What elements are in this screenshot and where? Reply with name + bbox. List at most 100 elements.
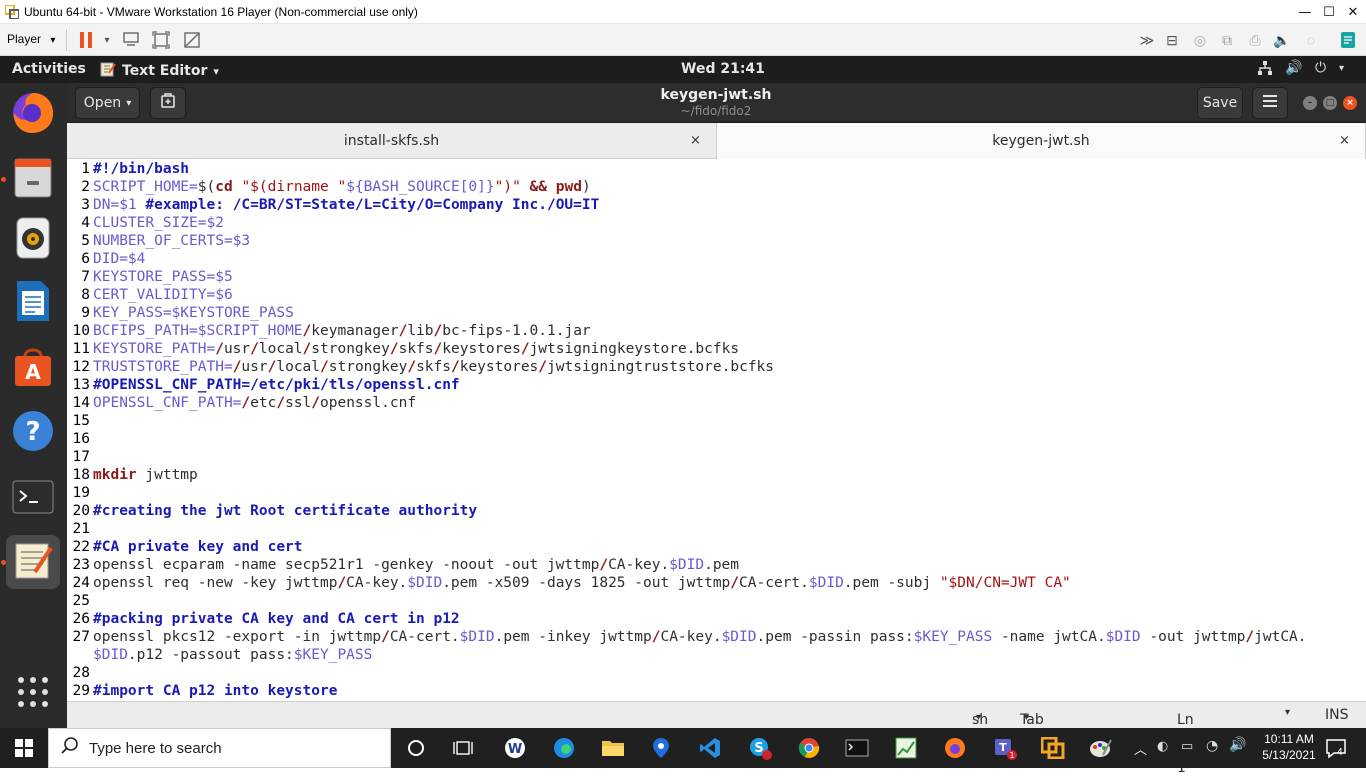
notification-center-icon[interactable] <box>1325 737 1347 763</box>
volume-icon[interactable]: 🔊 <box>1285 60 1302 76</box>
code-line[interactable]: SCRIPT_HOME=$(cd "$(dirname "${BASH_SOUR… <box>93 178 591 196</box>
fit-guest-icon[interactable] <box>151 30 171 50</box>
pause-icon[interactable] <box>76 30 96 50</box>
code-line[interactable]: #creating the jwt Root certificate autho… <box>93 502 477 520</box>
window-maximize-button[interactable]: □ <box>1323 96 1337 110</box>
show-applications[interactable] <box>6 667 60 721</box>
code-line[interactable]: #import CA p12 into keystore <box>93 682 337 700</box>
code-line[interactable]: KEYSTORE_PATH=/usr/local/strongkey/skfs/… <box>93 340 739 358</box>
line-number: 11 <box>72 341 90 357</box>
battery-icon[interactable]: ▭ <box>1181 739 1193 754</box>
windows-start-icon[interactable] <box>11 736 37 760</box>
app-menu[interactable]: Text Editor ▾ <box>100 61 219 81</box>
save-button[interactable]: Save <box>1197 87 1243 119</box>
dock-libreoffice-writer[interactable] <box>6 276 60 330</box>
insert-mode[interactable]: INS <box>1325 707 1349 723</box>
firefox-taskbar-icon[interactable] <box>942 736 968 760</box>
vmware-toolbar: Player ▾ ▾ ≫ ⊟ ◎ ⧉ ⎙ 🔈 ◌ <box>0 24 1366 56</box>
code-line[interactable]: openssl ecparam -name secp521r1 -genkey … <box>93 556 739 574</box>
maps-icon[interactable] <box>648 736 674 760</box>
code-line[interactable]: mkdir jwttmp <box>93 466 198 484</box>
player-menu[interactable]: Player ▾ <box>7 32 55 46</box>
new-tab-button[interactable] <box>150 87 186 119</box>
code-line[interactable]: #OPENSSL_CNF_PATH=/etc/pki/tls/openssl.c… <box>93 376 460 394</box>
window-minimize-button[interactable]: – <box>1303 96 1317 110</box>
teams-icon[interactable]: T1 <box>992 736 1018 760</box>
taskbar-clock[interactable]: 10:11 AM 5/13/2021 <box>1257 731 1321 763</box>
activities-button[interactable]: Activities <box>12 61 86 77</box>
code-line[interactable]: DID=$4 <box>93 250 145 268</box>
dock-text-editor[interactable] <box>6 535 60 589</box>
send-ctrl-alt-del-icon[interactable] <box>121 30 141 50</box>
dock-software[interactable]: A <box>6 341 60 395</box>
code-line[interactable]: NUMBER_OF_CERTS=$3 <box>93 232 250 250</box>
code-line[interactable]: $DID.p12 -passout pass:$KEY_PASS <box>93 646 372 664</box>
cortana-icon[interactable] <box>403 736 429 760</box>
dock-terminal[interactable] <box>6 472 60 526</box>
code-line[interactable]: openssl req -new -key jwttmp/CA-key.$DID… <box>93 574 1071 592</box>
speaker-icon[interactable]: 🔊 <box>1229 737 1246 753</box>
code-line[interactable]: OPENSSL_CNF_PATH=/etc/ssl/openssl.cnf <box>93 394 416 412</box>
line-number: 28 <box>72 665 90 681</box>
wifi-icon[interactable]: ◔ <box>1206 738 1218 754</box>
dock-help[interactable]: ? <box>6 406 60 460</box>
task-view-icon[interactable] <box>450 736 476 760</box>
code-line[interactable]: CLUSTER_SIZE=$2 <box>93 214 224 232</box>
tray-app-icon[interactable]: ◐ <box>1157 739 1168 754</box>
code-line[interactable]: #!/bin/bash <box>93 160 189 178</box>
close-icon[interactable]: × <box>1339 133 1350 148</box>
toolbar-divider <box>66 29 67 51</box>
dock-files[interactable] <box>6 152 60 206</box>
usb-icon[interactable]: ◌ <box>1301 30 1321 50</box>
svg-text:W: W <box>508 742 522 757</box>
file-explorer-icon[interactable] <box>600 736 626 760</box>
chevron-down-icon[interactable]: ▾ <box>1285 707 1290 718</box>
close-icon[interactable]: × <box>690 133 701 148</box>
dock-rhythmbox[interactable] <box>6 213 60 267</box>
skype-icon[interactable]: S <box>747 736 773 760</box>
line-number: 10 <box>72 323 90 339</box>
code-line[interactable]: DN=$1 #example: /C=BR/ST=State/L=City/O=… <box>93 196 599 214</box>
vscode-icon[interactable] <box>697 736 723 760</box>
more-icon[interactable]: ≫ <box>1137 30 1157 50</box>
code-line[interactable]: BCFIPS_PATH=$SCRIPT_HOME/keymanager/lib/… <box>93 322 591 340</box>
code-line[interactable]: #packing private CA key and CA cert in p… <box>93 610 460 628</box>
code-line[interactable]: KEY_PASS=$KEYSTORE_PASS <box>93 304 294 322</box>
clock[interactable]: Wed 21:41 <box>681 61 765 77</box>
power-icon[interactable]: ⏻ <box>1315 60 1326 76</box>
network-icon[interactable]: ⧉ <box>1217 30 1237 50</box>
code-line[interactable]: KEYSTORE_PASS=$5 <box>93 268 233 286</box>
taskbar-search-box[interactable]: Type here to search <box>48 728 391 768</box>
chart-app-icon[interactable] <box>893 736 919 760</box>
tab-install-skfs[interactable]: install-skfs.sh <box>67 123 716 159</box>
dock-firefox[interactable] <box>6 87 60 141</box>
code-line[interactable]: openssl pkcs12 -export -in jwttmp/CA-cer… <box>93 628 1307 646</box>
paint-icon[interactable] <box>1088 736 1114 760</box>
chrome-icon[interactable] <box>796 736 822 760</box>
code-line[interactable]: TRUSTSTORE_PATH=/usr/local/strongkey/skf… <box>93 358 774 376</box>
code-line[interactable]: CERT_VALIDITY=$6 <box>93 286 233 304</box>
edge-icon[interactable] <box>551 736 577 760</box>
message-log-icon[interactable] <box>1338 30 1358 50</box>
unity-icon[interactable] <box>182 30 202 50</box>
network-wired-icon[interactable] <box>1257 60 1273 80</box>
printer-icon[interactable]: ⎙ <box>1245 30 1265 50</box>
chevron-down-icon[interactable]: ▾ <box>97 30 117 50</box>
open-button[interactable]: Open ▾ <box>75 87 140 119</box>
hard-disk-icon[interactable]: ⊟ <box>1162 30 1182 50</box>
show-hidden-icons-icon[interactable]: ︿ <box>1134 739 1147 758</box>
code-editor[interactable]: 1 2 3 4 5 6 7 8 9 10 11 12 13 14 15 16 17 18 19 20 21 22 23 24 2… <box>67 159 1366 701</box>
command-prompt-icon[interactable] <box>844 736 870 760</box>
chevron-down-icon[interactable]: ▾ <box>1339 63 1344 74</box>
app-grid-icon <box>16 675 50 713</box>
close-button[interactable]: ✕ <box>1330 0 1366 24</box>
hamburger-menu-button[interactable] <box>1252 87 1288 119</box>
code-line[interactable]: #CA private key and cert <box>93 538 303 556</box>
line-number: 3 <box>81 197 90 213</box>
window-close-button[interactable]: × <box>1343 96 1357 110</box>
tab-keygen-jwt[interactable]: keygen-jwt.sh <box>716 123 1366 159</box>
word-icon[interactable]: W <box>502 736 528 760</box>
cd-icon[interactable]: ◎ <box>1190 30 1210 50</box>
sound-icon[interactable]: 🔈 <box>1272 30 1292 50</box>
vmware-taskbar-icon[interactable] <box>1040 736 1066 760</box>
